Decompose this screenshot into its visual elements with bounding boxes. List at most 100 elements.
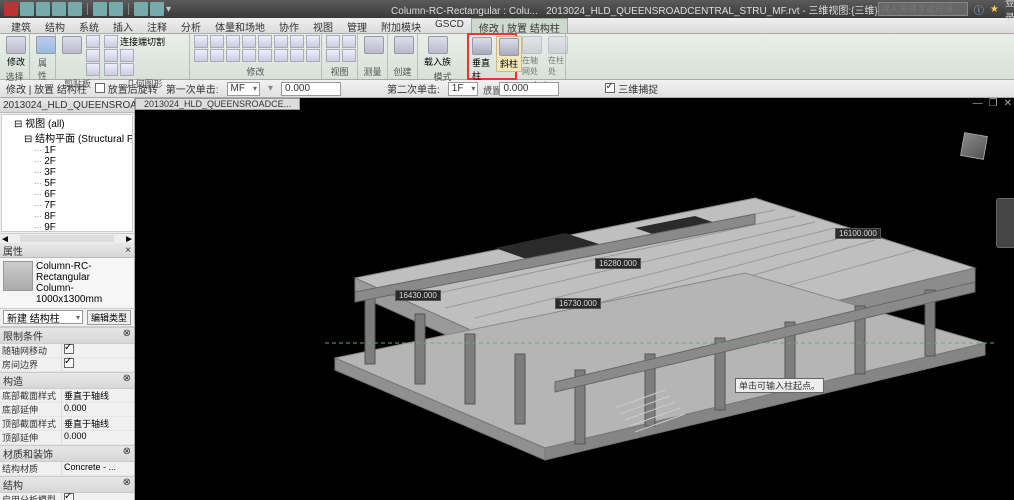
- at-columns-button[interactable]: 在柱处: [546, 35, 570, 78]
- prop-row[interactable]: 启用分析模型: [0, 493, 134, 500]
- snap3d-checkbox[interactable]: [605, 83, 615, 93]
- pin-icon[interactable]: [306, 35, 320, 48]
- offset-icon[interactable]: [120, 63, 134, 76]
- new-instance-combo[interactable]: 新建 结构柱: [3, 310, 83, 324]
- 3d-viewport[interactable]: 2013024_HLD_QUEENSROADCE... — ❐ ✕: [135, 98, 1014, 500]
- checkbox[interactable]: [64, 493, 74, 500]
- vertical-column-button[interactable]: 垂直柱: [470, 36, 494, 83]
- delete-icon[interactable]: [258, 49, 272, 62]
- level1-combo[interactable]: MF: [227, 82, 260, 96]
- prop-category[interactable]: 结构⊗: [0, 476, 134, 493]
- prop-row[interactable]: 顶部截面样式垂直于轴线: [0, 417, 134, 431]
- offset2-icon[interactable]: [226, 49, 240, 62]
- checkbox[interactable]: [64, 358, 74, 368]
- tree-floor[interactable]: 6F: [32, 189, 132, 200]
- sync-icon[interactable]: [134, 2, 148, 16]
- tree-floor[interactable]: 5F: [32, 178, 132, 189]
- move-icon[interactable]: [210, 35, 224, 48]
- v3-icon[interactable]: [326, 49, 340, 62]
- tree-root[interactable]: ⊟ 视图 (all): [12, 115, 132, 130]
- v1-icon[interactable]: [326, 35, 340, 48]
- print-icon[interactable]: [93, 2, 107, 16]
- checkbox[interactable]: [64, 344, 74, 354]
- restore-icon[interactable]: ❐: [989, 98, 998, 109]
- at-grids-button[interactable]: 在轴网处: [520, 35, 544, 78]
- close-icon[interactable]: ✕: [1004, 98, 1012, 109]
- prop-row[interactable]: 底部延伸0.000: [0, 403, 134, 417]
- split2-icon[interactable]: [258, 35, 272, 48]
- prop-row[interactable]: 底部截面样式垂直于轴线: [0, 389, 134, 403]
- tab-annotate[interactable]: 注释: [140, 18, 174, 33]
- modify-button[interactable]: 修改: [4, 35, 28, 69]
- tree-floor[interactable]: 8F: [32, 211, 132, 222]
- scale-icon[interactable]: [290, 35, 304, 48]
- switch-icon[interactable]: [150, 2, 164, 16]
- copy2-icon[interactable]: [210, 49, 224, 62]
- cope-icon[interactable]: [104, 35, 118, 48]
- prop-category[interactable]: 限制条件⊗: [0, 327, 134, 344]
- tree-floor[interactable]: 3F: [32, 167, 132, 178]
- property-grid[interactable]: 限制条件⊗ 随轴网移动 房间边界 构造⊗ 底部截面样式垂直于轴线 底部延伸0.0…: [0, 327, 134, 500]
- info-icon[interactable]: ⓘ: [974, 2, 984, 17]
- tree-floor[interactable]: 1F: [32, 145, 132, 156]
- login-link[interactable]: 登录: [1005, 0, 1014, 24]
- save-icon[interactable]: [36, 2, 50, 16]
- split-icon[interactable]: [104, 63, 118, 76]
- prop-category[interactable]: 构造⊗: [0, 372, 134, 389]
- help-search-input[interactable]: [878, 2, 968, 16]
- measure-button[interactable]: [362, 35, 386, 55]
- rotate-after-place-checkbox[interactable]: [95, 83, 105, 93]
- unpin-icon[interactable]: [290, 49, 304, 62]
- match-icon[interactable]: [86, 63, 100, 76]
- tree-group[interactable]: ⊟ 结构平面 (Structural Plan...: [22, 130, 132, 145]
- rotate-icon[interactable]: [226, 35, 240, 48]
- tab-systems[interactable]: 系统: [72, 18, 106, 33]
- prop-category[interactable]: 材质和装饰⊗: [0, 445, 134, 462]
- redo-icon[interactable]: [68, 2, 82, 16]
- cut-icon[interactable]: [86, 35, 100, 48]
- view-tab[interactable]: 2013024_HLD_QUEENSROADCE...: [135, 98, 300, 110]
- navigation-bar[interactable]: [996, 198, 1014, 248]
- prop-row[interactable]: 随轴网移动: [0, 344, 134, 358]
- edit-type-button[interactable]: 编辑类型: [87, 310, 131, 325]
- array-icon[interactable]: [274, 35, 288, 48]
- prop-row[interactable]: 结构材质Concrete - ...: [0, 462, 134, 476]
- close-icon[interactable]: ×: [125, 245, 131, 256]
- mirror-icon[interactable]: [194, 49, 208, 62]
- tab-view[interactable]: 视图: [306, 18, 340, 33]
- join-icon[interactable]: [120, 49, 134, 62]
- tab-insert[interactable]: 插入: [106, 18, 140, 33]
- open-icon[interactable]: [20, 2, 34, 16]
- tree-floor[interactable]: 7F: [32, 200, 132, 211]
- tab-collaborate[interactable]: 协作: [272, 18, 306, 33]
- app-menu-icon[interactable]: [4, 2, 18, 16]
- demolish-icon[interactable]: [306, 49, 320, 62]
- browser-scrollbar[interactable]: ◄►: [0, 233, 134, 243]
- properties-button[interactable]: [34, 35, 58, 55]
- prop-row[interactable]: 房间边界: [0, 358, 134, 372]
- v4-icon[interactable]: [342, 49, 356, 62]
- tab-addins[interactable]: 附加模块: [374, 18, 428, 33]
- tab-massing[interactable]: 体量和场地: [208, 18, 272, 33]
- tab-analyze[interactable]: 分析: [174, 18, 208, 33]
- paste-button[interactable]: [60, 35, 84, 55]
- tab-gscd[interactable]: GSCD: [428, 18, 471, 33]
- load-family-button[interactable]: 载入族: [422, 35, 453, 69]
- v2-icon[interactable]: [342, 35, 356, 48]
- tab-modify-place[interactable]: 修改 | 放置 结构柱: [471, 18, 568, 33]
- extend-icon[interactable]: [242, 49, 256, 62]
- align-icon[interactable]: [194, 35, 208, 48]
- tree-floor[interactable]: 2F: [32, 156, 132, 167]
- prop-row[interactable]: 顶部延伸0.000: [0, 431, 134, 445]
- measure-icon[interactable]: [109, 2, 123, 16]
- create-button[interactable]: [392, 35, 416, 55]
- undo-icon[interactable]: [52, 2, 66, 16]
- group-icon[interactable]: [274, 49, 288, 62]
- tree-floor[interactable]: 9F: [32, 222, 132, 232]
- copy-icon[interactable]: [86, 49, 100, 62]
- level2-offset-input[interactable]: 0.000: [499, 82, 559, 96]
- level2-combo[interactable]: 1F: [448, 82, 479, 96]
- tab-manage[interactable]: 管理: [340, 18, 374, 33]
- browser-tree[interactable]: ⊟ 视图 (all) ⊟ 结构平面 (Structural Plan... 1F…: [1, 114, 133, 232]
- tab-structure[interactable]: 结构: [38, 18, 72, 33]
